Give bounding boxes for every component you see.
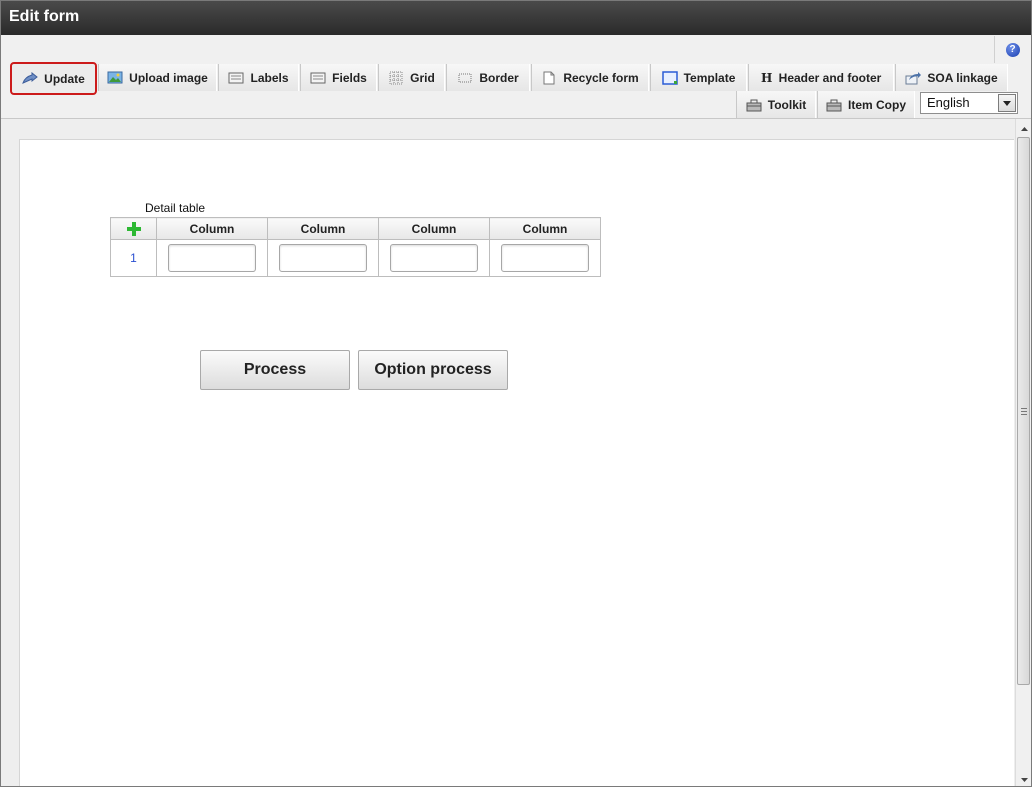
fields-label: Fields [332, 70, 367, 85]
table-row: 1 [110, 239, 601, 277]
border-label: Border [479, 70, 519, 85]
item-copy-label: Item Copy [847, 97, 906, 112]
grid-button[interactable]: Grid [378, 64, 445, 91]
toolbox-icon [746, 98, 762, 112]
edit-form-window: Edit form ? Update Upload image Labels F… [0, 0, 1032, 787]
fields-icon [310, 71, 326, 85]
image-icon [107, 71, 123, 85]
help-icon: ? [1005, 42, 1020, 57]
row-index: 1 [110, 239, 157, 277]
column-header[interactable]: Column [489, 217, 601, 240]
language-select[interactable]: English [920, 92, 1018, 114]
share-icon [905, 71, 922, 85]
recycle-form-button[interactable]: Recycle form [531, 64, 649, 91]
grid-icon [388, 71, 404, 85]
border-button[interactable]: Border [446, 64, 530, 91]
cell-input[interactable] [279, 244, 367, 272]
column-header[interactable]: Column [378, 217, 490, 240]
process-button[interactable]: Process [200, 350, 350, 390]
soa-linkage-label: SOA linkage [927, 70, 998, 85]
cell-input[interactable] [390, 244, 478, 272]
plus-icon [126, 221, 141, 236]
soa-linkage-button[interactable]: SOA linkage [895, 64, 1008, 91]
template-icon [661, 70, 678, 85]
toolbox-icon [826, 98, 842, 112]
update-button[interactable]: Update [10, 62, 97, 95]
header-and-footer-label: Header and footer [778, 70, 882, 85]
detail-table: Column Column Column Column 1 [110, 217, 601, 277]
chevron-down-icon[interactable] [998, 94, 1016, 112]
upload-image-label: Upload image [129, 70, 208, 85]
template-label: Template [683, 70, 736, 85]
scroll-down-icon[interactable] [1016, 772, 1031, 786]
update-label: Update [44, 71, 85, 86]
update-icon [22, 71, 38, 86]
fields-button[interactable]: Fields [300, 64, 377, 91]
labels-label: Labels [250, 70, 289, 85]
border-icon [457, 71, 473, 85]
vertical-scrollbar[interactable] [1015, 119, 1031, 786]
toolkit-label: Toolkit [767, 97, 807, 112]
grid-label: Grid [410, 70, 435, 85]
header-icon: H [760, 70, 773, 85]
recycle-form-label: Recycle form [563, 70, 639, 85]
labels-button[interactable]: Labels [218, 64, 299, 91]
option-process-button[interactable]: Option process [358, 350, 508, 390]
row-number[interactable]: 1 [130, 251, 137, 265]
toolbar: ? Update Upload image Labels Fields Grid… [1, 35, 1031, 119]
scrollbar-thumb[interactable] [1017, 137, 1030, 685]
detail-table-title: Detail table [145, 201, 206, 215]
add-row-button[interactable] [110, 217, 157, 240]
cell-input[interactable] [168, 244, 256, 272]
toolkit-button[interactable]: Toolkit [736, 91, 816, 118]
labels-icon [228, 71, 244, 85]
document-icon [541, 71, 557, 85]
scroll-up-icon[interactable] [1016, 121, 1031, 137]
template-button[interactable]: Template [650, 64, 747, 91]
language-selected-value: English [927, 95, 970, 110]
item-copy-button[interactable]: Item Copy [817, 91, 915, 118]
cell-input[interactable] [501, 244, 589, 272]
column-header[interactable]: Column [267, 217, 379, 240]
header-and-footer-button[interactable]: H Header and footer [748, 64, 894, 91]
help-button[interactable]: ? [994, 36, 1030, 63]
window-title: Edit form [1, 1, 1031, 35]
upload-image-button[interactable]: Upload image [98, 64, 217, 91]
column-header[interactable]: Column [156, 217, 268, 240]
